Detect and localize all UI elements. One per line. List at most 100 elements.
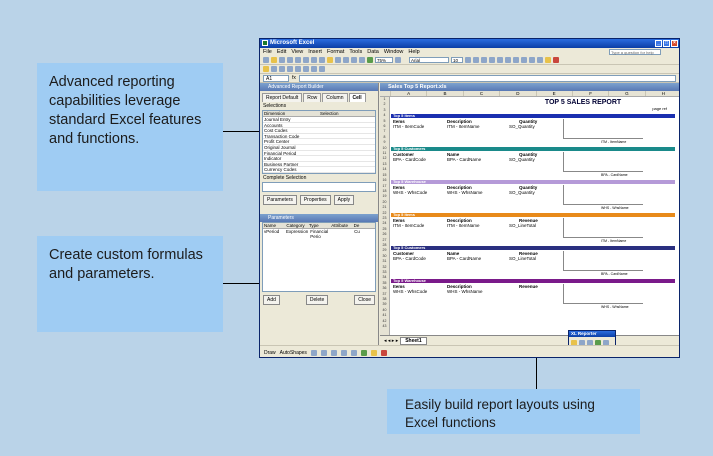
bold-icon[interactable]	[465, 57, 471, 63]
autoshapes-menu[interactable]: AutoShapes	[280, 350, 307, 356]
italic-icon[interactable]	[473, 57, 479, 63]
menu-file[interactable]: File	[263, 48, 272, 56]
column-header[interactable]: G	[608, 91, 644, 96]
report-section: Customer Name Quantity BPA - CardCode BPA - …	[391, 151, 675, 177]
align-left-icon[interactable]	[489, 57, 495, 63]
row-headers[interactable]: 1 2 3 4 5 6 7 8 9 10 11 12 13 14 15 16 17 18 19 20 21 22 23 24 2…	[380, 97, 390, 335]
fill-icon[interactable]	[370, 349, 377, 356]
merge-icon[interactable]	[513, 57, 519, 63]
section-field: WHS - WhsCode	[393, 190, 428, 195]
column-header[interactable]: F	[571, 91, 608, 96]
toolbar2-icon-3[interactable]	[279, 66, 285, 72]
menu-bar: File Edit View Insert Format Tools Data …	[260, 48, 679, 56]
parameters-button[interactable]: Parameters	[263, 194, 297, 205]
save-icon[interactable]	[279, 57, 285, 63]
tab-row[interactable]: Row	[303, 93, 322, 102]
param-category: Expression	[285, 228, 309, 234]
callout-custom-formulas: Create custom formulas and parameters.	[37, 236, 223, 332]
copy-icon[interactable]	[319, 57, 325, 63]
maximize-icon[interactable]: □	[663, 40, 670, 47]
menu-view[interactable]: View	[291, 48, 303, 56]
zoom-select[interactable]: 75%	[375, 57, 393, 63]
clipart-icon[interactable]	[360, 349, 367, 356]
toolbar2-icon-5[interactable]	[295, 66, 301, 72]
window-controls: _ □ ×	[655, 40, 678, 47]
column-header[interactable]: C	[462, 91, 499, 96]
menu-edit[interactable]: Edit	[277, 48, 286, 56]
dimension-row[interactable]: Currency Codes	[263, 167, 375, 173]
menu-format[interactable]: Format	[327, 48, 344, 56]
draw-menu[interactable]: Draw	[264, 350, 276, 356]
column-header[interactable]: B	[426, 91, 462, 96]
undo-icon[interactable]	[335, 57, 341, 63]
add-button[interactable]: Add	[263, 294, 280, 305]
oval-icon[interactable]	[340, 349, 347, 356]
close-icon[interactable]: ×	[671, 40, 678, 47]
column-header[interactable]: E	[535, 91, 572, 96]
font-color-icon[interactable]	[553, 57, 559, 63]
textbox-icon[interactable]	[350, 349, 357, 356]
parameter-row[interactable]: vPeriod Expression Financial Perio Cu	[263, 228, 375, 239]
toolbar2-icon-4[interactable]	[287, 66, 293, 72]
help-search-input[interactable]: Type a question for help	[609, 49, 661, 55]
close-button[interactable]: Close	[354, 294, 375, 305]
properties-button[interactable]: Properties	[299, 194, 331, 205]
delete-button[interactable]: Delete	[305, 294, 329, 305]
spelling-icon[interactable]	[303, 57, 309, 63]
menu-data[interactable]: Data	[367, 48, 379, 56]
preview-icon[interactable]	[295, 57, 301, 63]
chart-legend: ITM - ItemName	[601, 140, 627, 144]
new-icon[interactable]	[263, 57, 269, 63]
drawing-toolbar: Draw AutoShapes	[260, 345, 679, 357]
chart-icon[interactable]	[367, 57, 373, 63]
font-select[interactable]: Arial	[409, 57, 449, 63]
tab-nav-icon[interactable]: ◂ ◂ ▸ ▸	[384, 338, 398, 344]
toolbar2-icon-7[interactable]	[311, 66, 317, 72]
column-header[interactable]: D	[499, 91, 535, 96]
menu-insert[interactable]: Insert	[308, 48, 322, 56]
help-icon[interactable]	[395, 57, 401, 63]
align-right-icon[interactable]	[505, 57, 511, 63]
toolbar2-icon-1[interactable]	[263, 66, 269, 72]
cut-icon[interactable]	[311, 57, 317, 63]
toolbar2-icon-2[interactable]	[271, 66, 277, 72]
rectangle-icon[interactable]	[330, 349, 337, 356]
print-icon[interactable]	[287, 57, 293, 63]
line-icon[interactable]	[310, 349, 317, 356]
align-center-icon[interactable]	[497, 57, 503, 63]
column-header[interactable]: A	[390, 91, 426, 96]
minimize-icon[interactable]: _	[655, 40, 662, 47]
tab-column[interactable]: Column	[322, 93, 348, 102]
currency-icon[interactable]	[521, 57, 527, 63]
name-box[interactable]: A1	[263, 74, 289, 82]
open-icon[interactable]	[271, 57, 277, 63]
menu-help[interactable]: Help	[408, 48, 419, 56]
formula-input[interactable]	[298, 74, 676, 82]
complete-selection-field[interactable]	[262, 181, 376, 192]
menu-tools[interactable]: Tools	[349, 48, 362, 56]
fill-color-icon[interactable]	[545, 57, 551, 63]
sheet-tab[interactable]: Sheet1	[400, 336, 427, 345]
sort-icon[interactable]	[359, 57, 365, 63]
line-color-icon[interactable]	[380, 349, 387, 356]
percent-icon[interactable]	[529, 57, 535, 63]
arrow-icon[interactable]	[320, 349, 327, 356]
paste-icon[interactable]	[327, 57, 333, 63]
tab-report-default[interactable]: Report Default	[262, 93, 303, 102]
underline-icon[interactable]	[481, 57, 487, 63]
section-field: BPA - CardCode	[393, 256, 426, 261]
column-header[interactable]: H	[644, 91, 679, 96]
dimension-grid: Dimension Selection Journal Entry Accoun…	[262, 110, 376, 174]
font-size-select[interactable]: 10	[451, 57, 463, 63]
toolbar2-icon-6[interactable]	[303, 66, 309, 72]
sum-icon[interactable]	[351, 57, 357, 63]
tab-cell[interactable]: Cell	[348, 93, 366, 102]
chart-legend: WHS - WhsName	[601, 305, 629, 309]
indent-icon[interactable]	[537, 57, 543, 63]
apply-button[interactable]: Apply	[333, 194, 355, 205]
menu-window[interactable]: Window	[384, 48, 404, 56]
toolbar2-icon-8[interactable]	[319, 66, 325, 72]
redo-icon[interactable]	[343, 57, 349, 63]
report-body[interactable]: TOP 5 SALES REPORT page ref Top 5 Items I…	[391, 97, 675, 335]
section-chart	[563, 152, 643, 172]
